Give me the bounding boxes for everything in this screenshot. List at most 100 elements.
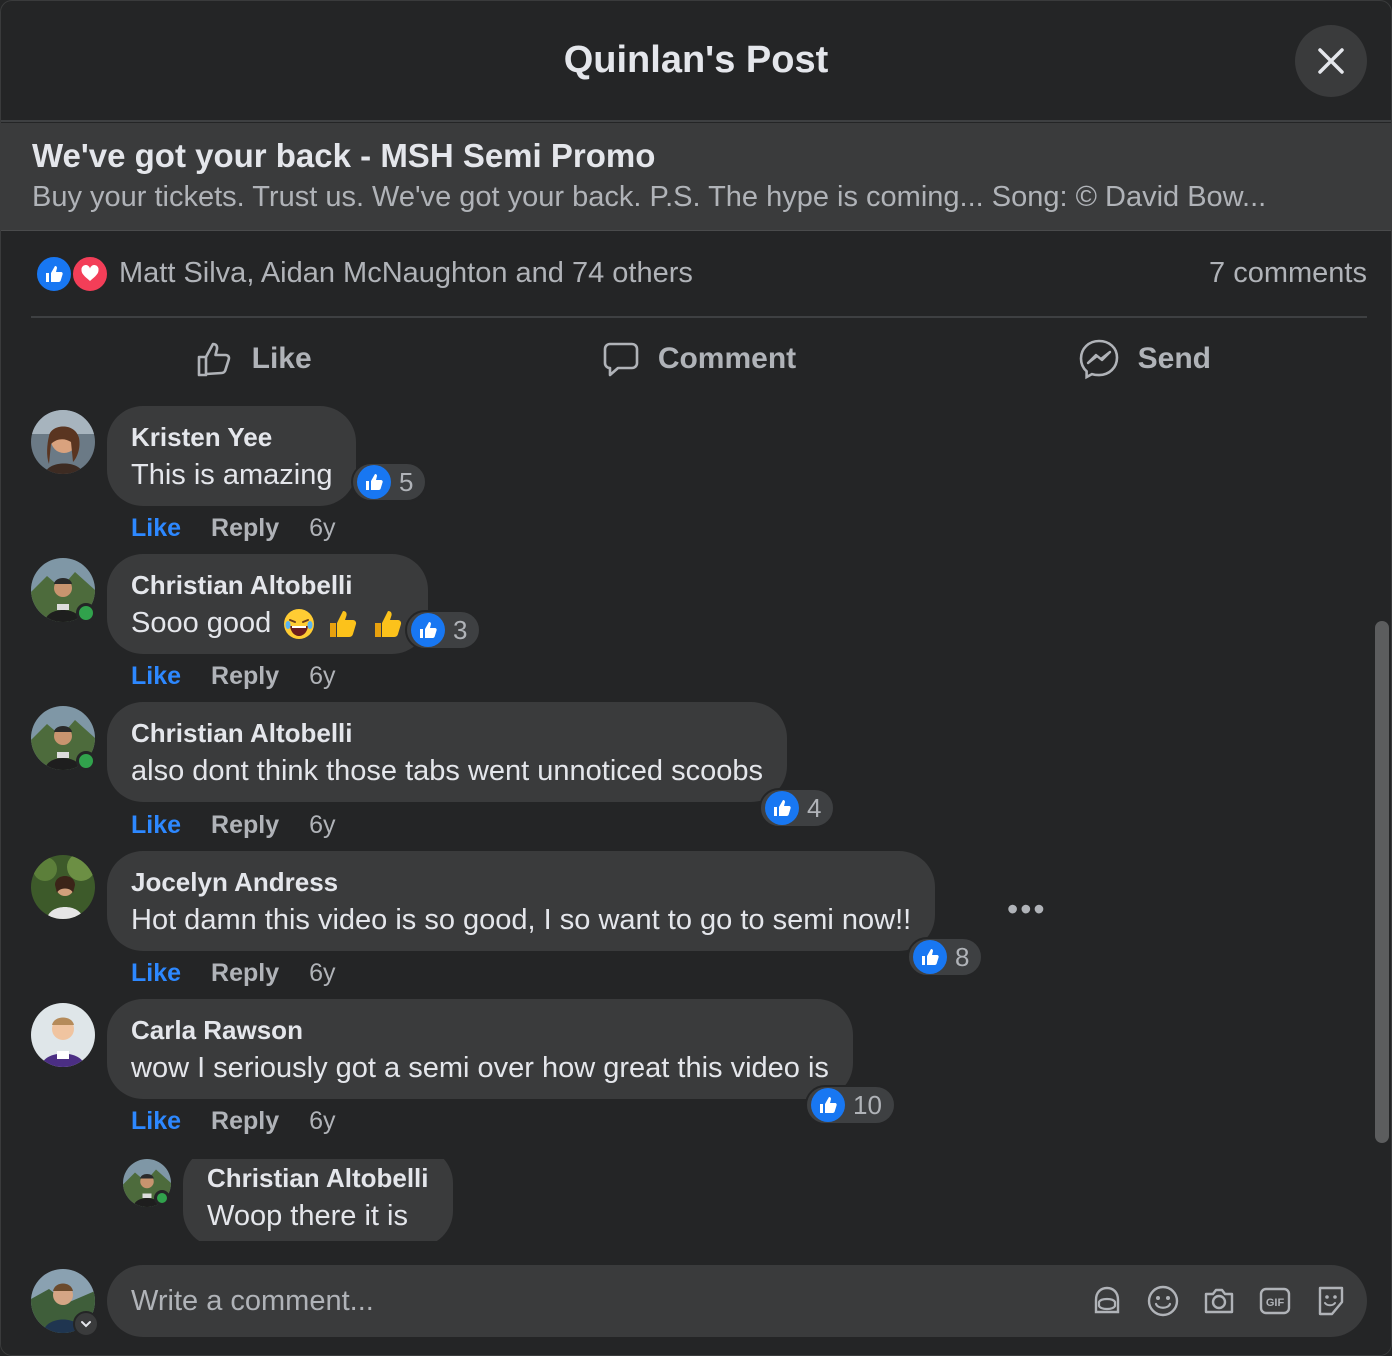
comment-reply-link[interactable]: Reply bbox=[211, 514, 279, 542]
video-title: We've got your back - MSH Semi Promo bbox=[32, 137, 656, 174]
online-status-indicator bbox=[76, 603, 96, 623]
sticker-icon[interactable] bbox=[1313, 1283, 1349, 1319]
comment-reply-link[interactable]: Reply bbox=[211, 1107, 279, 1135]
divider bbox=[31, 316, 1367, 318]
post-actions: Like Comment Send bbox=[31, 319, 1367, 399]
comment-like-link[interactable]: Like bbox=[131, 959, 181, 987]
comment-timestamp[interactable]: 6y bbox=[309, 811, 335, 839]
comment-like-link[interactable]: Like bbox=[131, 514, 181, 542]
comment-reaction-count[interactable]: 10 bbox=[805, 1085, 896, 1125]
close-button[interactable] bbox=[1295, 25, 1367, 97]
close-icon bbox=[1318, 48, 1344, 74]
comment-like-link[interactable]: Like bbox=[131, 1107, 181, 1135]
shared-video-preview[interactable]: We've got your back - MSH Semi Promo Buy… bbox=[1, 123, 1391, 231]
like-reaction-icon bbox=[913, 940, 947, 974]
comment-text: Hot damn this video is so good, I so wan… bbox=[131, 904, 912, 936]
comment-icon bbox=[603, 342, 639, 377]
like-label: Like bbox=[251, 342, 312, 375]
like-button[interactable]: Like bbox=[31, 319, 476, 399]
comment-reply-link[interactable]: Reply bbox=[211, 811, 279, 839]
comment-actions: Like Reply 6y bbox=[131, 514, 336, 543]
comment-reaction-count[interactable]: 8 bbox=[907, 937, 984, 977]
comment-text: also dont think those tabs went unnotice… bbox=[131, 755, 763, 787]
send-label: Send bbox=[1137, 342, 1211, 375]
like-reaction-icon bbox=[357, 465, 391, 499]
comment-composer: GIF bbox=[1, 1251, 1391, 1355]
emoji-icon[interactable] bbox=[1145, 1283, 1181, 1319]
comment-text: This is amazing bbox=[131, 459, 333, 491]
more-options-icon[interactable]: ••• bbox=[1007, 891, 1047, 928]
comment-author[interactable]: Kristen Yee bbox=[131, 422, 332, 453]
comment-text: wow I seriously got a semi over how grea… bbox=[131, 1052, 829, 1084]
camera-icon[interactable] bbox=[1201, 1283, 1237, 1319]
comment-reaction-count[interactable]: 4 bbox=[759, 788, 836, 828]
reactions-summary: Matt Silva, Aidan McNaughton and 74 othe… bbox=[31, 247, 1367, 303]
svg-text:GIF: GIF bbox=[1266, 1297, 1285, 1309]
comment-input-container: GIF bbox=[107, 1265, 1367, 1337]
comment-timestamp[interactable]: 6y bbox=[309, 514, 335, 542]
reaction-count: 10 bbox=[853, 1089, 882, 1120]
comment-like-link[interactable]: Like bbox=[131, 662, 181, 690]
comment-author[interactable]: Christian Altobelli bbox=[131, 718, 763, 749]
reaction-names[interactable]: Matt Silva, Aidan McNaughton and 74 othe… bbox=[119, 257, 693, 290]
comment-actions: Like Reply 6y bbox=[131, 811, 336, 840]
avatar[interactable] bbox=[31, 1003, 95, 1067]
comment-bubble: Christian Altobelli also dont think thos… bbox=[107, 702, 787, 802]
chevron-down-icon[interactable] bbox=[73, 1311, 99, 1337]
reaction-count: 4 bbox=[807, 792, 822, 823]
comment-button[interactable]: Comment bbox=[476, 319, 921, 399]
avatar[interactable] bbox=[31, 855, 95, 919]
reply-item: Christian Altobelli Woop there it is bbox=[123, 1159, 523, 1241]
comment-like-link[interactable]: Like bbox=[131, 811, 181, 839]
like-reaction-icon bbox=[411, 613, 445, 647]
comment-timestamp[interactable]: 6y bbox=[309, 959, 335, 987]
reaction-count: 5 bbox=[399, 466, 414, 497]
page-title: Quinlan's Post bbox=[563, 39, 829, 81]
like-reaction-icon bbox=[765, 791, 799, 825]
comment-reaction-count[interactable]: 3 bbox=[405, 610, 482, 650]
comment-author[interactable]: Jocelyn Andress bbox=[131, 867, 911, 898]
comment-reaction-count[interactable]: 5 bbox=[351, 462, 428, 502]
comment-text: Sooo good bbox=[131, 607, 404, 640]
reaction-icons[interactable] bbox=[35, 255, 111, 293]
comment-text: Woop there it is bbox=[207, 1200, 408, 1232]
like-reaction-icon bbox=[811, 1088, 845, 1122]
avatar-sticker-icon[interactable] bbox=[1089, 1283, 1125, 1319]
online-status-indicator bbox=[154, 1190, 170, 1206]
comment-text-content: Sooo good bbox=[131, 607, 272, 639]
like-reaction-icon bbox=[35, 255, 73, 293]
modal-header: Quinlan's Post bbox=[1, 1, 1391, 122]
laughing-emoji-icon bbox=[284, 609, 315, 640]
comment-count[interactable]: 7 comments bbox=[1209, 257, 1367, 290]
reaction-count: 3 bbox=[453, 614, 468, 645]
reaction-count: 8 bbox=[955, 941, 970, 972]
send-button[interactable]: Send bbox=[922, 319, 1367, 399]
comment-bubble: Carla Rawson wow I seriously got a semi … bbox=[107, 999, 853, 1099]
comment-author[interactable]: Christian Altobelli bbox=[131, 570, 404, 601]
comment-bubble: Christian Altobelli Woop there it is bbox=[183, 1159, 453, 1241]
thumbs-up-icon bbox=[197, 342, 230, 377]
comment-actions: Like Reply 6y bbox=[131, 959, 336, 988]
video-description: Buy your tickets. Trust us. We've got yo… bbox=[32, 181, 1267, 213]
gif-icon[interactable]: GIF bbox=[1257, 1283, 1293, 1319]
comment-reply-link[interactable]: Reply bbox=[211, 662, 279, 690]
comment-bubble: Christian Altobelli Sooo good bbox=[107, 554, 428, 655]
comment-reply-link[interactable]: Reply bbox=[211, 959, 279, 987]
comment-actions: Like Reply 6y bbox=[131, 1107, 336, 1136]
comment-timestamp[interactable]: 6y bbox=[309, 662, 335, 690]
comment-author[interactable]: Carla Rawson bbox=[131, 1015, 829, 1046]
comment-input[interactable] bbox=[131, 1265, 1031, 1337]
online-status-indicator bbox=[76, 751, 96, 771]
thumbs-up-emoji-icon bbox=[330, 611, 357, 638]
avatar[interactable] bbox=[31, 410, 95, 474]
comment-bubble: Kristen Yee This is amazing bbox=[107, 406, 357, 506]
comment-label: Comment bbox=[657, 342, 797, 375]
thumbs-up-emoji-icon bbox=[374, 611, 401, 638]
scrollbar[interactable] bbox=[1375, 621, 1389, 1143]
messenger-icon bbox=[1079, 339, 1118, 380]
love-reaction-icon bbox=[71, 255, 109, 293]
comment-timestamp[interactable]: 6y bbox=[309, 1107, 335, 1135]
comment-bubble: Jocelyn Andress Hot damn this video is s… bbox=[107, 851, 936, 951]
post-modal: Quinlan's Post We've got your back - MSH… bbox=[0, 0, 1392, 1356]
comment-author[interactable]: Christian Altobelli bbox=[207, 1163, 429, 1194]
